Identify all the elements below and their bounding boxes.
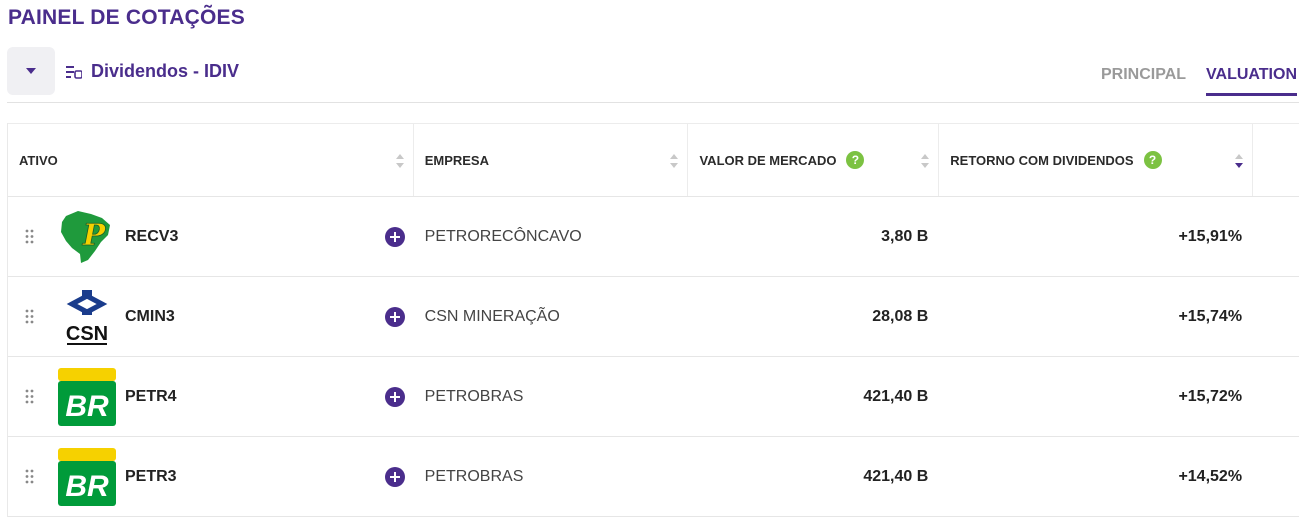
column-label: EMPRESA xyxy=(424,152,489,168)
petrobras-logo: BR xyxy=(58,447,116,506)
csn-logo: CSN xyxy=(58,288,116,346)
question-icon[interactable]: ? xyxy=(846,151,865,169)
ticker[interactable]: PETR3 xyxy=(125,468,177,486)
petroreconcavo-logo: P xyxy=(58,208,116,266)
logo-text: CSN xyxy=(66,323,108,345)
asset-cell: BR PETR3 xyxy=(8,437,414,516)
view-tabs: PRINCIPAL VALUATION xyxy=(1101,66,1297,96)
drag-handle-icon[interactable] xyxy=(25,389,37,404)
column-header-ativo[interactable]: ATIVO xyxy=(8,124,414,196)
sort-icon[interactable] xyxy=(920,153,930,169)
page-title: PAINEL DE COTAÇÕES xyxy=(8,6,245,29)
column-label: RETORNO COM DIVIDENDOS xyxy=(950,152,1134,168)
sort-descending-icon[interactable] xyxy=(1234,153,1244,169)
dividend-return: +15,74% xyxy=(1178,307,1243,325)
market-value: 421,40 B xyxy=(863,467,929,485)
row-spacer xyxy=(1253,357,1299,436)
table-row[interactable]: BR PETR4 PETROBRAS 421,40 B +15,72% xyxy=(8,357,1299,437)
caret-down-icon xyxy=(26,68,36,74)
plus-circle-icon[interactable] xyxy=(384,387,405,407)
logo-text: BR xyxy=(65,390,109,423)
table-row[interactable]: P RECV3 PETRORECÔNCAVO 3,80 B +15,91% xyxy=(8,197,1299,277)
asset-cell: BR PETR4 xyxy=(8,357,414,436)
column-label: VALOR DE MERCADO xyxy=(699,152,837,168)
column-label: ATIVO xyxy=(19,152,58,168)
table-row[interactable]: BR PETR3 PETROBRAS 421,40 B +14,52% xyxy=(8,437,1299,517)
market-value: 28,08 B xyxy=(872,307,929,325)
ticker[interactable]: CMIN3 xyxy=(125,308,175,326)
plus-circle-icon[interactable] xyxy=(384,227,405,247)
ticker[interactable]: PETR4 xyxy=(125,388,177,406)
asset-cell: CSN CMIN3 xyxy=(8,277,414,356)
question-icon[interactable]: ? xyxy=(1143,151,1162,169)
column-header-empresa[interactable]: EMPRESA xyxy=(414,124,689,196)
dividend-return: +15,72% xyxy=(1178,387,1243,405)
dividend-return: +15,91% xyxy=(1178,227,1243,245)
drag-handle-icon[interactable] xyxy=(25,469,37,484)
drag-handle-icon[interactable] xyxy=(25,309,37,324)
drag-handle-icon[interactable] xyxy=(25,229,37,244)
sort-icon[interactable] xyxy=(395,153,405,169)
company-name: CSN MINERAÇÃO xyxy=(424,307,560,325)
column-header-retorno-com-dividendos[interactable]: RETORNO COM DIVIDENDOS ? xyxy=(939,124,1254,196)
table-row[interactable]: CSN CMIN3 CSN MINERAÇÃO 28,08 B +15,74% xyxy=(8,277,1299,357)
row-spacer xyxy=(1253,437,1299,516)
logo-text: BR xyxy=(65,470,109,503)
tab-principal[interactable]: PRINCIPAL xyxy=(1101,66,1186,96)
market-value: 421,40 B xyxy=(863,387,929,405)
list-selector[interactable]: Dividendos - IDIV xyxy=(66,61,239,82)
sort-icon[interactable] xyxy=(669,153,679,169)
petrobras-logo: BR xyxy=(58,367,116,426)
dividend-return: +14,52% xyxy=(1178,467,1243,485)
plus-circle-icon[interactable] xyxy=(384,307,405,327)
column-header-valor-de-mercado[interactable]: VALOR DE MERCADO ? xyxy=(688,124,940,196)
column-header-spacer xyxy=(1253,124,1299,196)
list-icon xyxy=(66,65,82,79)
tab-valuation[interactable]: VALUATION xyxy=(1206,66,1297,96)
logo-text: P xyxy=(82,218,107,253)
row-spacer xyxy=(1253,197,1299,276)
asset-cell: P RECV3 xyxy=(8,197,414,276)
company-name: PETRORECÔNCAVO xyxy=(424,227,582,245)
plus-circle-icon[interactable] xyxy=(384,467,405,487)
company-name: PETROBRAS xyxy=(424,387,524,405)
market-value: 3,80 B xyxy=(881,227,929,245)
row-spacer xyxy=(1253,277,1299,356)
table-header: ATIVO EMPRESA VALOR DE MERCADO ? RETORNO… xyxy=(8,123,1299,197)
list-dropdown-button[interactable] xyxy=(7,47,55,95)
header-divider xyxy=(7,102,1299,103)
ticker[interactable]: RECV3 xyxy=(125,228,178,246)
list-name: Dividendos - IDIV xyxy=(91,61,240,81)
quotes-table: ATIVO EMPRESA VALOR DE MERCADO ? RETORNO… xyxy=(7,123,1299,517)
company-name: PETROBRAS xyxy=(424,467,524,485)
